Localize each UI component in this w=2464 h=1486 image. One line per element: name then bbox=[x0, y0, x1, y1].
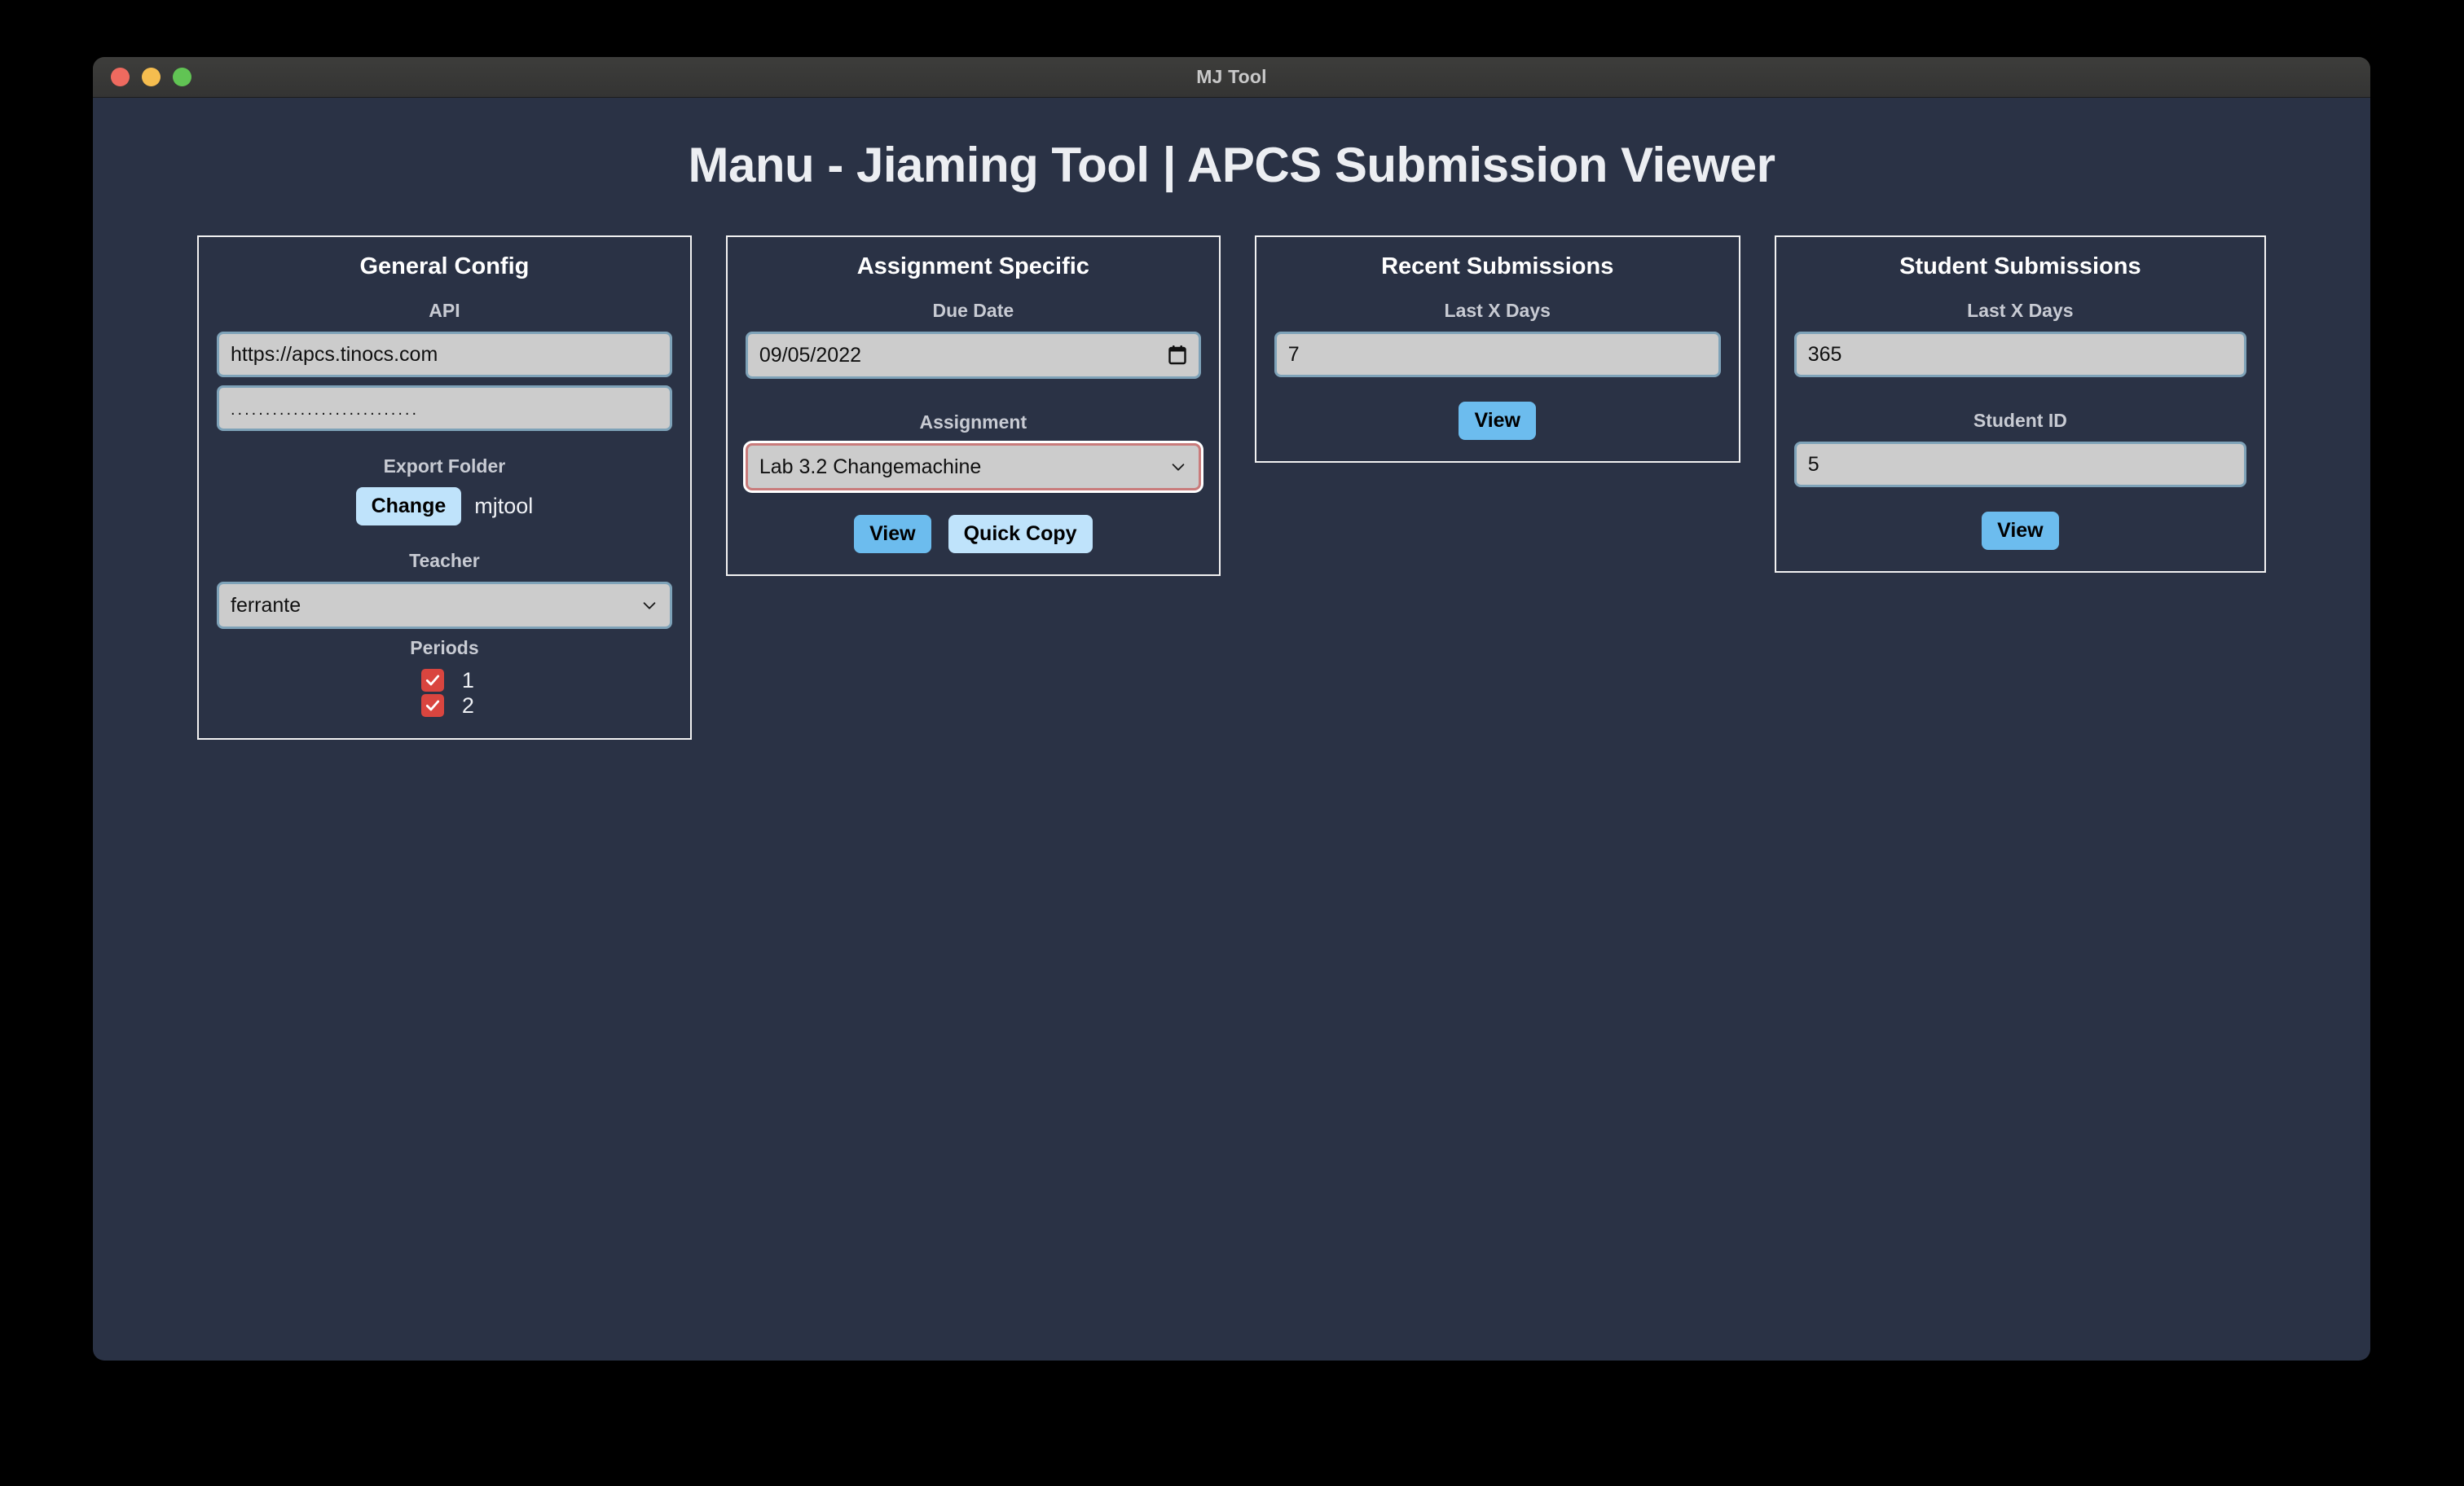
export-folder-row: Change mjtool bbox=[356, 487, 534, 525]
assignment-select-value: Lab 3.2 Changemachine bbox=[759, 455, 981, 479]
chevron-down-icon bbox=[1169, 458, 1187, 476]
period-label-1: 1 bbox=[462, 670, 474, 692]
window-title: MJ Tool bbox=[93, 66, 2370, 88]
label-student-id: Student ID bbox=[1973, 410, 2067, 432]
assignment-view-button[interactable]: View bbox=[854, 515, 931, 553]
teacher-select-value: ferrante bbox=[231, 594, 301, 618]
label-api: API bbox=[429, 300, 460, 322]
panel-recent-submissions: Recent Submissions Last X Days 7 View bbox=[1255, 235, 1740, 463]
period-checkbox-2[interactable] bbox=[421, 694, 444, 717]
panel-title-assignment-specific: Assignment Specific bbox=[857, 253, 1089, 280]
minimize-icon[interactable] bbox=[142, 68, 161, 86]
change-export-folder-button[interactable]: Change bbox=[356, 487, 462, 525]
traffic-light-group bbox=[111, 68, 191, 86]
assignment-button-row: View Quick Copy bbox=[854, 515, 1092, 553]
recent-days-input[interactable]: 7 bbox=[1274, 332, 1721, 377]
panel-title-student-submissions: Student Submissions bbox=[1899, 253, 2141, 280]
panel-student-submissions: Student Submissions Last X Days 365 Stud… bbox=[1775, 235, 2266, 573]
teacher-select[interactable]: ferrante bbox=[217, 582, 672, 629]
panel-assignment-specific: Assignment Specific Due Date 09/05/2022 … bbox=[726, 235, 1221, 576]
maximize-icon[interactable] bbox=[173, 68, 191, 86]
period-item[interactable]: 2 bbox=[421, 694, 474, 717]
app-window: MJ Tool Manu - Jiaming Tool | APCS Submi… bbox=[93, 57, 2370, 1361]
periods-list: 1 2 bbox=[421, 669, 474, 717]
api-key-input[interactable]: ........................... bbox=[217, 385, 672, 431]
label-due-date: Due Date bbox=[932, 300, 1014, 322]
recent-button-row: View bbox=[1459, 402, 1536, 440]
recent-view-button[interactable]: View bbox=[1459, 402, 1536, 440]
calendar-icon[interactable] bbox=[1168, 345, 1187, 366]
label-export-folder: Export Folder bbox=[384, 455, 506, 477]
panel-title-general-config: General Config bbox=[360, 253, 530, 280]
due-date-input[interactable]: 09/05/2022 bbox=[746, 332, 1201, 379]
label-student-last-x-days: Last X Days bbox=[1967, 300, 2073, 322]
panel-general-config: General Config API https://apcs.tinocs.c… bbox=[197, 235, 692, 740]
panel-container: General Config API https://apcs.tinocs.c… bbox=[93, 235, 2370, 740]
panel-title-recent-submissions: Recent Submissions bbox=[1381, 253, 1613, 280]
student-button-row: View bbox=[1982, 512, 2059, 550]
student-view-button[interactable]: View bbox=[1982, 512, 2059, 550]
api-url-input[interactable]: https://apcs.tinocs.com bbox=[217, 332, 672, 377]
label-periods: Periods bbox=[410, 637, 478, 659]
period-item[interactable]: 1 bbox=[421, 669, 474, 692]
assignment-select[interactable]: Lab 3.2 Changemachine bbox=[746, 443, 1201, 490]
due-date-value: 09/05/2022 bbox=[759, 344, 861, 367]
assignment-quick-copy-button[interactable]: Quick Copy bbox=[948, 515, 1093, 553]
student-days-input[interactable]: 365 bbox=[1794, 332, 2246, 377]
page-title: Manu - Jiaming Tool | APCS Submission Vi… bbox=[93, 137, 2370, 193]
window-titlebar[interactable]: MJ Tool bbox=[93, 57, 2370, 98]
label-assignment: Assignment bbox=[919, 411, 1027, 433]
chevron-down-icon bbox=[640, 596, 658, 614]
label-recent-last-x-days: Last X Days bbox=[1445, 300, 1551, 322]
check-icon bbox=[425, 697, 441, 714]
check-icon bbox=[425, 672, 441, 688]
close-icon[interactable] bbox=[111, 68, 130, 86]
period-checkbox-1[interactable] bbox=[421, 669, 444, 692]
period-label-2: 2 bbox=[462, 695, 474, 717]
student-id-input[interactable]: 5 bbox=[1794, 442, 2246, 487]
app-body: Manu - Jiaming Tool | APCS Submission Vi… bbox=[93, 98, 2370, 1361]
export-folder-path: mjtool bbox=[474, 494, 533, 519]
label-teacher: Teacher bbox=[409, 550, 480, 572]
